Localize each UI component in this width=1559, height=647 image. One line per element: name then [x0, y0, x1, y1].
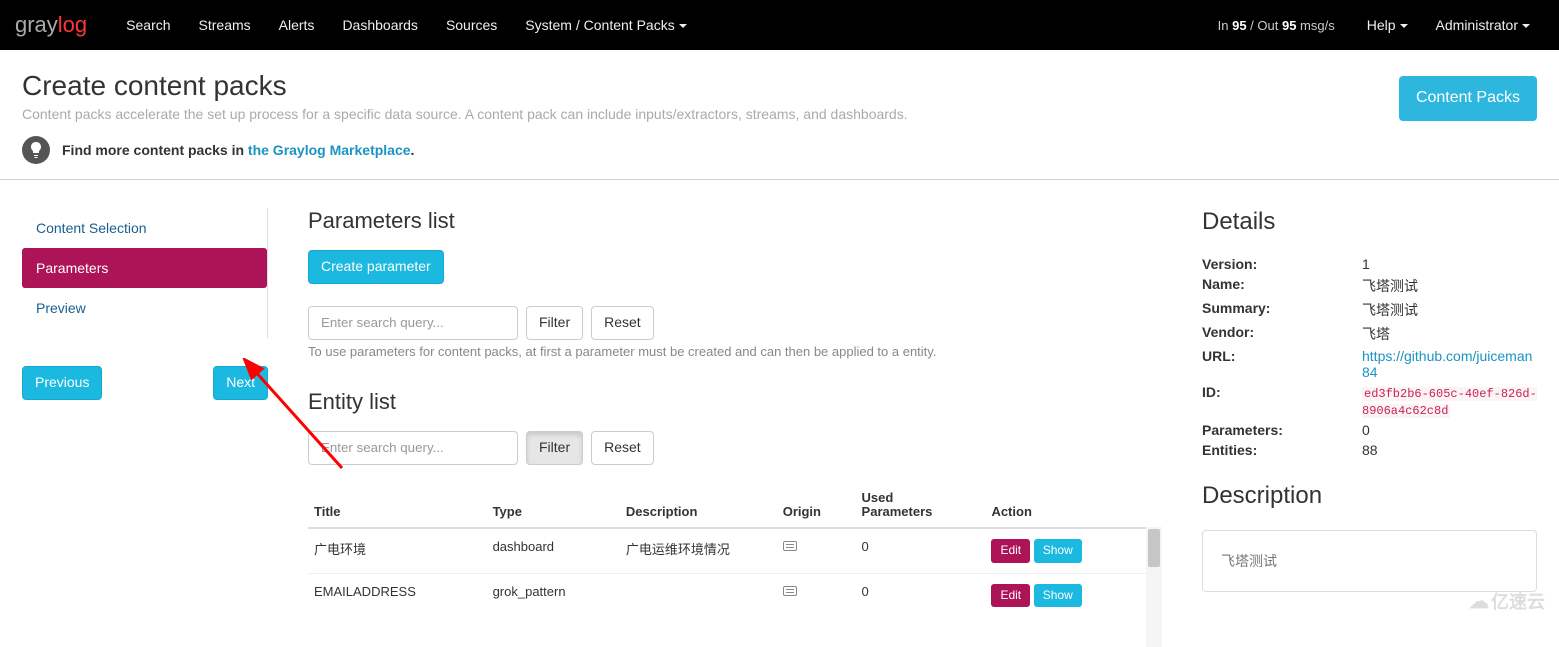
info-text: Find more content packs in the Graylog M… [62, 142, 414, 158]
scrollbar[interactable] [1146, 527, 1162, 647]
description-title: Description [1202, 482, 1537, 510]
nav-administrator[interactable]: Administrator [1422, 2, 1544, 48]
brand-log: log [58, 12, 87, 37]
parameters-help-text: To use parameters for content packs, at … [308, 344, 1162, 359]
details-title: Details [1202, 208, 1537, 236]
cell-action: Edit Show [985, 573, 1146, 617]
marketplace-link[interactable]: the Graylog Marketplace [248, 142, 411, 158]
nav-admin-label: Administrator [1436, 17, 1518, 33]
cell-description [620, 573, 777, 617]
value-entities: 88 [1362, 442, 1537, 458]
wizard-steps: Content Selection Parameters Preview [22, 208, 268, 338]
content-packs-button[interactable]: Content Packs [1399, 76, 1537, 121]
cell-origin [777, 528, 856, 573]
col-title[interactable]: Title [308, 483, 487, 529]
cell-used: 0 [856, 573, 986, 617]
table-row: EMAILADDRESS grok_pattern 0 Edit Show [308, 573, 1162, 617]
col-action[interactable]: Action [985, 483, 1146, 529]
cell-title: 广电环境 [308, 528, 487, 573]
parameters-filter-button[interactable]: Filter [526, 306, 583, 340]
cell-description: 广电运维环境情况 [620, 528, 777, 573]
cell-origin [777, 573, 856, 617]
cell-title: EMAILADDRESS [308, 573, 487, 617]
value-parameters: 0 [1362, 422, 1537, 438]
nav-help[interactable]: Help [1353, 2, 1422, 48]
value-url-link[interactable]: https://github.com/juiceman84 [1362, 348, 1532, 380]
page-subtitle: Content packs accelerate the set up proc… [22, 106, 1537, 122]
lightbulb-icon [22, 136, 50, 164]
col-used-parameters[interactable]: UsedParameters [856, 483, 986, 529]
cell-type: grok_pattern [487, 573, 620, 617]
label-parameters: Parameters: [1202, 422, 1362, 438]
cell-type: dashboard [487, 528, 620, 573]
entity-filter-button[interactable]: Filter [526, 431, 583, 465]
nav-search[interactable]: Search [112, 2, 184, 48]
value-vendor: 飞塔 [1362, 324, 1537, 344]
server-icon [783, 541, 797, 551]
label-id: ID: [1202, 384, 1362, 418]
label-url: URL: [1202, 348, 1362, 380]
chevron-down-icon [1400, 24, 1408, 28]
server-icon [783, 586, 797, 596]
nav-alerts[interactable]: Alerts [265, 2, 329, 48]
chevron-down-icon [679, 24, 687, 28]
nav-help-label: Help [1367, 17, 1396, 33]
entity-table: Title Type Description Origin UsedParame… [308, 483, 1162, 617]
label-summary: Summary: [1202, 300, 1362, 320]
parameters-search-input[interactable] [308, 306, 518, 340]
col-type[interactable]: Type [487, 483, 620, 529]
brand-gray: gray [15, 12, 58, 37]
throughput-display: In 95 / Out 95 msg/s [1218, 18, 1353, 33]
parameters-reset-button[interactable]: Reset [591, 306, 654, 340]
value-summary: 飞塔测试 [1362, 300, 1537, 320]
nav-dashboards[interactable]: Dashboards [328, 2, 432, 48]
wizard-step-content-selection[interactable]: Content Selection [22, 208, 267, 248]
value-version: 1 [1362, 256, 1537, 272]
label-name: Name: [1202, 276, 1362, 296]
entity-list-title: Entity list [308, 389, 1162, 415]
show-button[interactable]: Show [1034, 539, 1082, 562]
nav-streams[interactable]: Streams [185, 2, 265, 48]
parameters-list-title: Parameters list [308, 208, 1162, 234]
col-origin[interactable]: Origin [777, 483, 856, 529]
value-name: 飞塔测试 [1362, 276, 1537, 296]
create-parameter-button[interactable]: Create parameter [308, 250, 444, 284]
label-entities: Entities: [1202, 442, 1362, 458]
wizard-step-parameters[interactable]: Parameters [22, 248, 267, 288]
value-id: ed3fb2b6-605c-40ef-826d-8906a4c62c8d [1362, 387, 1537, 418]
edit-button[interactable]: Edit [991, 584, 1030, 607]
previous-button[interactable]: Previous [22, 366, 102, 400]
show-button[interactable]: Show [1034, 584, 1082, 607]
cell-used: 0 [856, 528, 986, 573]
label-version: Version: [1202, 256, 1362, 272]
label-vendor: Vendor: [1202, 324, 1362, 344]
page-title: Create content packs [22, 70, 1537, 102]
wizard-step-preview[interactable]: Preview [22, 288, 267, 328]
brand-logo[interactable]: graylog [15, 12, 112, 38]
cloud-icon: ☁ [1469, 589, 1489, 614]
entity-search-input[interactable] [308, 431, 518, 465]
nav-system[interactable]: System / Content Packs [511, 2, 700, 48]
entity-reset-button[interactable]: Reset [591, 431, 654, 465]
cell-action: Edit Show [985, 528, 1146, 573]
col-description[interactable]: Description [620, 483, 777, 529]
table-row: 广电环境 dashboard 广电运维环境情况 0 Edit Show [308, 528, 1162, 573]
next-button[interactable]: Next [213, 366, 268, 400]
watermark: ☁亿速云 [1469, 588, 1545, 614]
edit-button[interactable]: Edit [991, 539, 1030, 562]
top-navbar: graylog Search Streams Alerts Dashboards… [0, 0, 1559, 50]
description-box: 飞塔测试 [1202, 530, 1537, 592]
nav-system-label: System / Content Packs [525, 17, 674, 33]
page-header: Create content packs Content packs accel… [0, 50, 1559, 180]
chevron-down-icon [1522, 24, 1530, 28]
nav-sources[interactable]: Sources [432, 2, 511, 48]
